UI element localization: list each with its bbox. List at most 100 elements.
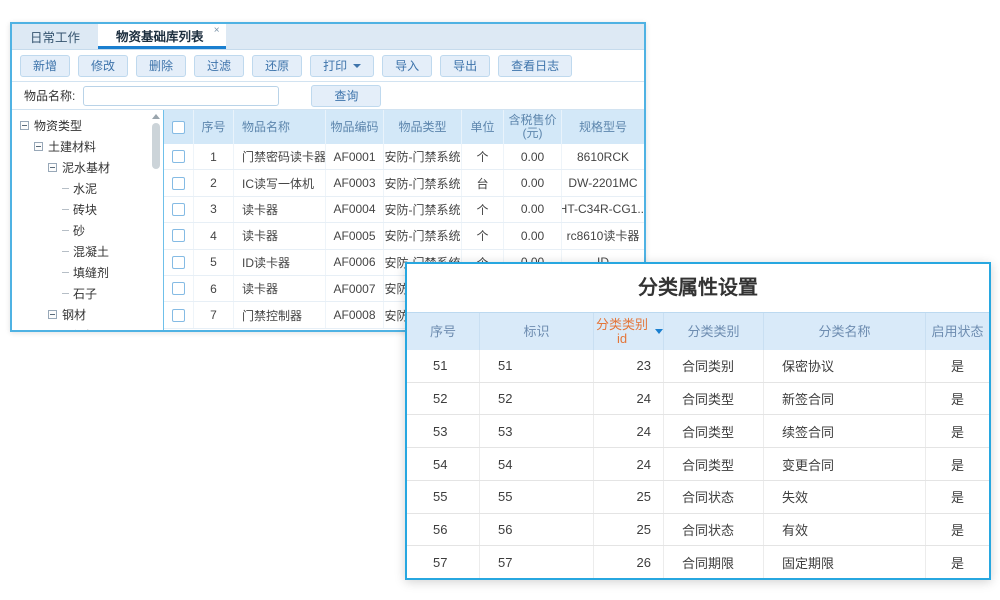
column-header-seq[interactable]: 序号 — [407, 313, 480, 350]
item-name-link[interactable]: 门禁控制器 — [234, 302, 326, 327]
cell-category-name: 新签合同 — [764, 383, 926, 415]
cell-price: 0.00 — [504, 197, 562, 222]
cell-category: 合同类别 — [664, 350, 764, 382]
collapse-icon[interactable] — [20, 121, 29, 130]
table-row[interactable]: 57 57 26 合同期限 固定期限 是 — [407, 546, 989, 578]
item-name-link[interactable]: 读卡器 — [234, 276, 326, 301]
row-checkbox[interactable] — [172, 282, 185, 295]
add-button[interactable]: 新增 — [20, 55, 70, 77]
tree-node[interactable]: 填缝剂 — [18, 262, 149, 283]
item-name-link[interactable]: IC读写一体机 — [234, 170, 326, 195]
collapse-icon[interactable] — [34, 142, 43, 151]
item-name-link[interactable]: 门禁密码读卡器 — [234, 144, 326, 169]
export-button[interactable]: 导出 — [440, 55, 490, 77]
row-checkbox[interactable] — [172, 150, 185, 163]
table-row[interactable]: 51 51 23 合同类别 保密协议 是 — [407, 350, 989, 383]
column-header-category[interactable]: 分类类别 — [664, 313, 764, 350]
cell-category-name: 固定期限 — [764, 546, 926, 578]
tree-scrollbar[interactable] — [150, 112, 162, 328]
cell-seq: 2 — [194, 170, 234, 195]
table-row[interactable]: 2 IC读写一体机 AF0003 安防-门禁系统 台 0.00 DW-2201M… — [164, 170, 644, 196]
tree-node[interactable]: 砖块 — [18, 199, 149, 220]
cell-spec: HT-C34R-CG1... — [562, 197, 644, 222]
filter-button[interactable]: 过滤 — [194, 55, 244, 77]
dialog-title: 分类属性设置 — [407, 264, 989, 312]
tree-node[interactable]: 土建材料 — [18, 136, 149, 157]
dropdown-caret-icon — [353, 64, 361, 68]
column-header-seq[interactable]: 序号 — [194, 110, 234, 144]
tree-node[interactable]: 石子 — [18, 283, 149, 304]
column-header-price[interactable]: 含税售价(元) — [504, 110, 562, 144]
close-tab-icon[interactable]: × — [214, 25, 220, 36]
table-row[interactable]: 56 56 25 合同状态 有效 是 — [407, 514, 989, 547]
column-header-unit[interactable]: 单位 — [462, 110, 504, 144]
row-checkbox[interactable] — [172, 177, 185, 190]
column-header-item-type[interactable]: 物品类型 — [384, 110, 462, 144]
column-header-enabled[interactable]: 启用状态 — [926, 313, 989, 350]
cell-spec: DW-2201MC — [562, 170, 644, 195]
print-button[interactable]: 打印 — [310, 55, 374, 77]
cell-category-name: 有效 — [764, 514, 926, 546]
collapse-icon[interactable] — [48, 310, 57, 319]
cell-mark: 55 — [480, 481, 594, 513]
tree-node[interactable]: 混凝土 — [18, 241, 149, 262]
cell-type: 安防-门禁系统 — [384, 223, 462, 248]
tab-daily-work[interactable]: 日常工作 — [12, 24, 98, 49]
table-row[interactable]: 1 门禁密码读卡器 AF0001 安防-门禁系统 个 0.00 8610RCK — [164, 144, 644, 170]
tree-node[interactable]: 物资类型 — [18, 115, 149, 136]
table-row[interactable]: 55 55 25 合同状态 失效 是 — [407, 481, 989, 514]
cell-enabled: 是 — [926, 350, 989, 382]
item-code-link[interactable]: AF0003 — [326, 170, 384, 195]
table-row[interactable]: 53 53 24 合同类型 续签合同 是 — [407, 415, 989, 448]
column-header-spec[interactable]: 规格型号 — [562, 110, 644, 144]
collapse-icon[interactable] — [48, 163, 57, 172]
column-header-item-name[interactable]: 物品名称 — [234, 110, 326, 144]
select-all-checkbox[interactable] — [172, 121, 185, 134]
item-code-link[interactable]: AF0005 — [326, 223, 384, 248]
import-button[interactable]: 导入 — [382, 55, 432, 77]
sort-desc-icon[interactable] — [655, 329, 663, 334]
tree-line-icon — [62, 188, 69, 189]
item-code-link[interactable]: AF0007 — [326, 276, 384, 301]
view-log-button[interactable]: 查看日志 — [498, 55, 572, 77]
restore-button[interactable]: 还原 — [252, 55, 302, 77]
column-header-category-id[interactable]: 分类类别id — [594, 313, 664, 350]
item-name-input[interactable] — [83, 86, 279, 106]
item-name-link[interactable]: ID读卡器 — [234, 250, 326, 275]
tree-node[interactable]: 水泥 — [18, 178, 149, 199]
column-header-item-code[interactable]: 物品编码 — [326, 110, 384, 144]
item-code-link[interactable]: AF0001 — [326, 144, 384, 169]
scrollbar-thumb[interactable] — [152, 123, 160, 169]
item-code-link[interactable]: AF0008 — [326, 302, 384, 327]
row-checkbox[interactable] — [172, 203, 185, 216]
column-header-mark[interactable]: 标识 — [480, 313, 594, 350]
item-code-link[interactable]: AF0006 — [326, 250, 384, 275]
item-code-link[interactable]: AF0004 — [326, 197, 384, 222]
table-row[interactable]: 52 52 24 合同类型 新签合同 是 — [407, 383, 989, 416]
scroll-up-icon[interactable] — [152, 114, 160, 119]
tab-materials-list[interactable]: 物资基础库列表 × — [98, 24, 226, 49]
cell-type: 安防-门禁系统 — [384, 197, 462, 222]
tree-node[interactable]: 砂 — [18, 220, 149, 241]
row-checkbox[interactable] — [172, 256, 185, 269]
row-checkbox[interactable] — [172, 229, 185, 242]
row-checkbox[interactable] — [172, 309, 185, 322]
cell-enabled: 是 — [926, 415, 989, 447]
cell-price: 0.00 — [504, 144, 562, 169]
query-button[interactable]: 查询 — [311, 85, 381, 107]
cell-seq: 53 — [407, 415, 480, 447]
table-row[interactable]: 3 读卡器 AF0004 安防-门禁系统 个 0.00 HT-C34R-CG1.… — [164, 197, 644, 223]
item-name-link[interactable]: 读卡器 — [234, 223, 326, 248]
item-name-link[interactable]: 读卡器 — [234, 197, 326, 222]
table-row[interactable]: 4 读卡器 AF0005 安防-门禁系统 个 0.00 rc8610读卡器 — [164, 223, 644, 249]
cell-category: 合同状态 — [664, 481, 764, 513]
delete-button[interactable]: 删除 — [136, 55, 186, 77]
tree-node[interactable]: 泥水基材 — [18, 157, 149, 178]
search-row: 物品名称: 查询 — [12, 82, 644, 110]
edit-button[interactable]: 修改 — [78, 55, 128, 77]
column-header-category-name[interactable]: 分类名称 — [764, 313, 926, 350]
tree-node[interactable]: 钢材 — [18, 304, 149, 325]
tree-node[interactable]: 钢板 — [18, 325, 149, 330]
cell-seq: 52 — [407, 383, 480, 415]
table-row[interactable]: 54 54 24 合同类型 变更合同 是 — [407, 448, 989, 481]
